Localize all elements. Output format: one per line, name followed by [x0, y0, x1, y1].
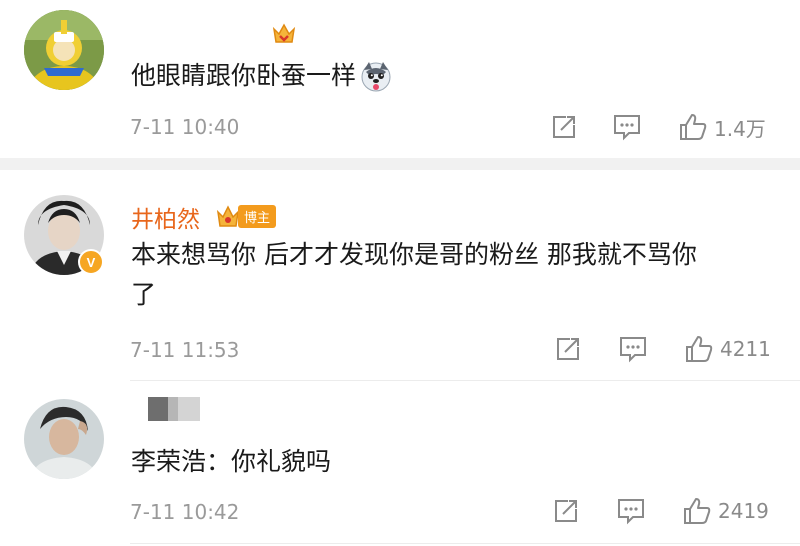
gold-crown-icon: [271, 20, 297, 50]
comment-text: 本来想骂你 后才才发现你是哥的粉丝 那我就不骂你 了: [131, 235, 697, 315]
repost-button[interactable]: [554, 332, 582, 366]
repost-button[interactable]: [550, 110, 578, 144]
comment-time: 7-11 10:40: [130, 115, 240, 139]
comment-text: 李荣浩：你礼貌吗: [131, 447, 332, 476]
comment-divider: [130, 543, 800, 544]
repost-icon: [557, 338, 579, 360]
like-count: 2419: [718, 499, 769, 523]
comment-button[interactable]: [612, 110, 642, 144]
comment-text-line: 了: [131, 280, 157, 309]
commenter-name[interactable]: [148, 397, 200, 421]
commenter-name[interactable]: 井柏然: [131, 200, 200, 234]
masked-name-block: [148, 397, 168, 421]
like-count: 4211: [720, 337, 771, 361]
comment-item: 李荣浩：你礼貌吗 7-11 10:42 2419: [0, 381, 800, 546]
repost-button[interactable]: [552, 494, 580, 528]
avatar[interactable]: [24, 399, 104, 479]
comment-icon: [620, 337, 646, 363]
like-button[interactable]: 2419: [682, 494, 769, 528]
repost-icon: [553, 116, 575, 138]
comment-item: V 井柏然 博主 本来想骂你 后才才发现你是哥的粉丝 那我就不骂你 了 7-11…: [0, 170, 800, 380]
comment-actions: 1.4万: [540, 110, 800, 144]
like-button[interactable]: 4211: [684, 332, 771, 366]
masked-name-block: [168, 397, 178, 421]
like-count: 1.4万: [714, 116, 766, 141]
masked-name-block: [178, 397, 200, 421]
comment-text-content: 他眼睛跟你卧蚕一样: [131, 61, 357, 90]
comment-actions: 2419: [540, 494, 800, 528]
author-badge: 博主: [216, 203, 277, 229]
comment-text: 他眼睛跟你卧蚕一样: [131, 56, 392, 96]
comment-time: 7-11 10:42: [130, 500, 240, 524]
comment-icon: [614, 115, 640, 141]
section-divider: [0, 158, 800, 170]
thumbs-up-icon: [686, 336, 713, 362]
like-button[interactable]: 1.4万: [678, 110, 766, 144]
avatar[interactable]: [24, 10, 104, 90]
thumbs-up-icon: [680, 114, 707, 140]
comment-button[interactable]: [616, 494, 646, 528]
comment-time: 7-11 11:53: [130, 338, 240, 362]
comment-button[interactable]: [618, 332, 648, 366]
comment-item: 他眼睛跟你卧蚕一样 7-11 10:40 1.4万: [0, 0, 800, 158]
thumbs-up-icon: [684, 498, 711, 524]
comment-text-line: 本来想骂你 后才才发现你是哥的粉丝 那我就不骂你: [131, 240, 697, 269]
gold-crown-icon: [216, 205, 240, 227]
verified-badge: V: [78, 249, 104, 275]
comment-actions: 4211: [540, 332, 800, 366]
husky-face-icon: [360, 60, 392, 92]
comment-icon: [618, 499, 644, 525]
repost-icon: [555, 500, 577, 522]
